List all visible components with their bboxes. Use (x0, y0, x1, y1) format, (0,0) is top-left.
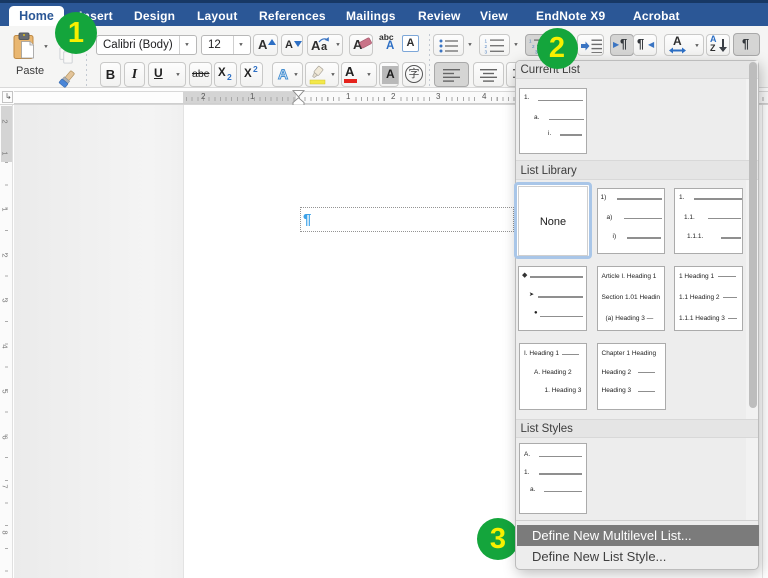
svg-text:2: 2 (485, 44, 488, 49)
svg-text:A: A (278, 66, 288, 82)
svg-text:1: 1 (529, 38, 532, 43)
svg-text:1: 1 (485, 38, 488, 43)
svg-text:2: 2 (532, 44, 535, 49)
svg-text:3: 3 (485, 50, 488, 54)
